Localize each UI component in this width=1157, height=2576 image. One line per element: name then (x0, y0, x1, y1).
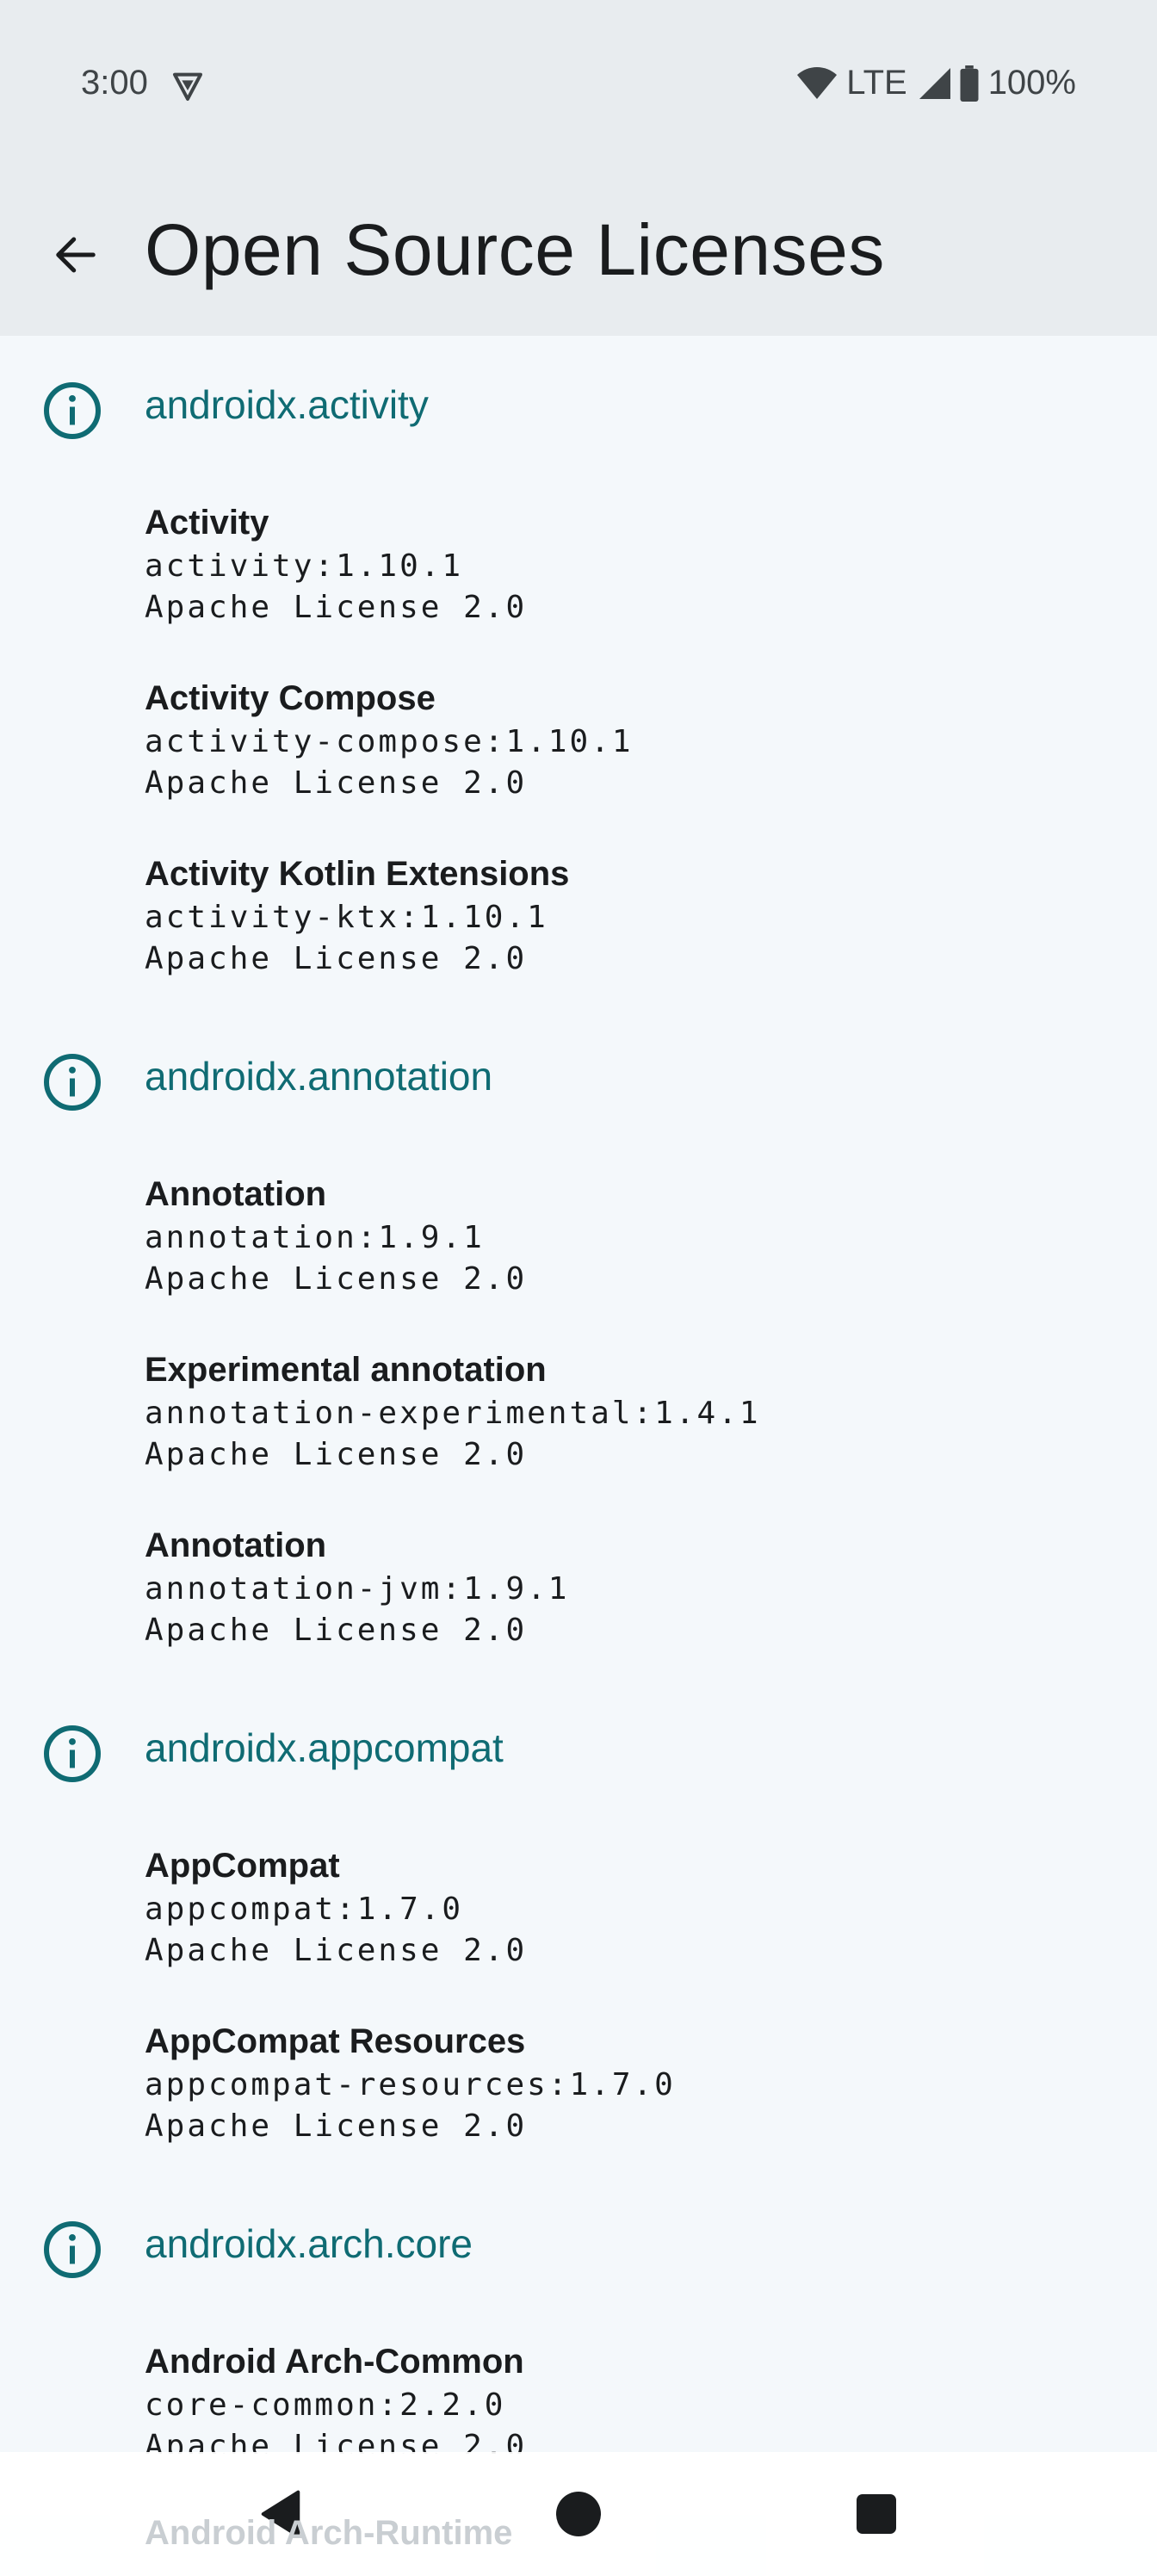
library-artifact: appcompat:1.7.0 (145, 1892, 464, 1927)
vpn-icon (173, 72, 202, 101)
library-name: AppCompat Resources (145, 2022, 526, 2060)
library-item[interactable]: Android Arch-Common core-common:2.2.0 Ap… (145, 2338, 1092, 2454)
info-icon (44, 1725, 101, 1782)
nav-home-icon (556, 2492, 601, 2536)
library-name: Annotation (145, 1175, 327, 1213)
library-license: Apache License 2.0 (145, 1437, 528, 1472)
group-title: androidx.annotation (145, 1054, 493, 1099)
app-bar: Open Source Licenses (0, 172, 1157, 336)
library-artifact: activity:1.10.1 (145, 548, 464, 584)
group-title: androidx.activity (145, 382, 429, 427)
library-name: Annotation (145, 1526, 327, 1564)
library-artifact: appcompat-resources:1.7.0 (145, 2067, 676, 2102)
library-name: Android Arch-Runtime (145, 2514, 513, 2552)
status-time: 3:00 (81, 64, 148, 102)
group-header-androidx-arch-core[interactable]: androidx.arch.core (0, 2198, 1157, 2293)
back-button[interactable] (45, 224, 107, 286)
status-bar: 3:00 LTE 100% (0, 0, 1157, 172)
library-artifact: annotation:1.9.1 (145, 1220, 485, 1255)
library-license: Apache License 2.0 (145, 590, 528, 625)
nav-home-button[interactable] (551, 2486, 606, 2542)
library-item[interactable]: Annotation annotation-jvm:1.9.1 Apache L… (145, 1522, 1092, 1651)
library-name: Activity (145, 504, 269, 542)
nav-recents-icon (857, 2494, 896, 2534)
library-name: Experimental annotation (145, 1351, 547, 1389)
library-license: Apache License 2.0 (145, 1613, 528, 1648)
library-artifact: annotation-experimental:1.4.1 (145, 1396, 761, 1431)
library-item[interactable]: Activity Kotlin Extensions activity-ktx:… (145, 851, 1092, 980)
library-name: AppCompat (145, 1847, 340, 1885)
library-license: Apache License 2.0 (145, 2108, 528, 2144)
library-artifact: core-common:2.2.0 (145, 2387, 506, 2423)
library-item[interactable]: Activity Compose activity-compose:1.10.1… (145, 675, 1092, 804)
info-icon (44, 1054, 101, 1111)
battery-percent: 100% (987, 64, 1076, 102)
library-artifact: annotation-jvm:1.9.1 (145, 1571, 570, 1607)
library-name: Android Arch-Common (145, 2343, 524, 2381)
arrow-back-icon (56, 237, 96, 273)
group-title: androidx.appcompat (145, 1725, 504, 1770)
page-title: Open Source Licenses (145, 209, 885, 290)
library-license: Apache License 2.0 (145, 1933, 528, 1968)
library-item[interactable]: Activity activity:1.10.1 Apache License … (145, 499, 1092, 629)
library-artifact: activity-ktx:1.10.1 (145, 900, 548, 935)
library-license: Apache License 2.0 (145, 941, 528, 976)
library-license: Apache License 2.0 (145, 765, 528, 801)
status-indicators: LTE 100% (796, 64, 1076, 102)
info-icon (44, 382, 101, 439)
library-item[interactable]: Annotation annotation:1.9.1 Apache Licen… (145, 1171, 1092, 1300)
license-list[interactable]: androidx.activity Activity activity:1.10… (0, 336, 1157, 2454)
group-header-androidx-appcompat[interactable]: androidx.appcompat (0, 1702, 1157, 1797)
library-license: Apache License 2.0 (145, 1261, 528, 1297)
library-item[interactable]: AppCompat Resources appcompat-resources:… (145, 2018, 1092, 2147)
library-item[interactable]: Experimental annotation annotation-exper… (145, 1347, 1092, 1476)
library-name: Activity Compose (145, 679, 436, 717)
wifi-icon (797, 66, 838, 99)
library-license: Apache License 2.0 (145, 2429, 528, 2454)
group-title: androidx.arch.core (145, 2221, 473, 2266)
library-item[interactable]: AppCompat appcompat:1.7.0 Apache License… (145, 1842, 1092, 1972)
library-artifact: activity-compose:1.10.1 (145, 724, 634, 759)
network-label: LTE (846, 64, 907, 102)
group-header-androidx-activity[interactable]: androidx.activity (0, 359, 1157, 454)
info-icon (44, 2221, 101, 2278)
nav-recents-button[interactable] (849, 2486, 904, 2542)
library-name: Activity Kotlin Extensions (145, 855, 570, 893)
battery-icon (960, 65, 979, 102)
group-header-androidx-annotation[interactable]: androidx.annotation (0, 1031, 1157, 1125)
signal-icon (919, 67, 950, 99)
